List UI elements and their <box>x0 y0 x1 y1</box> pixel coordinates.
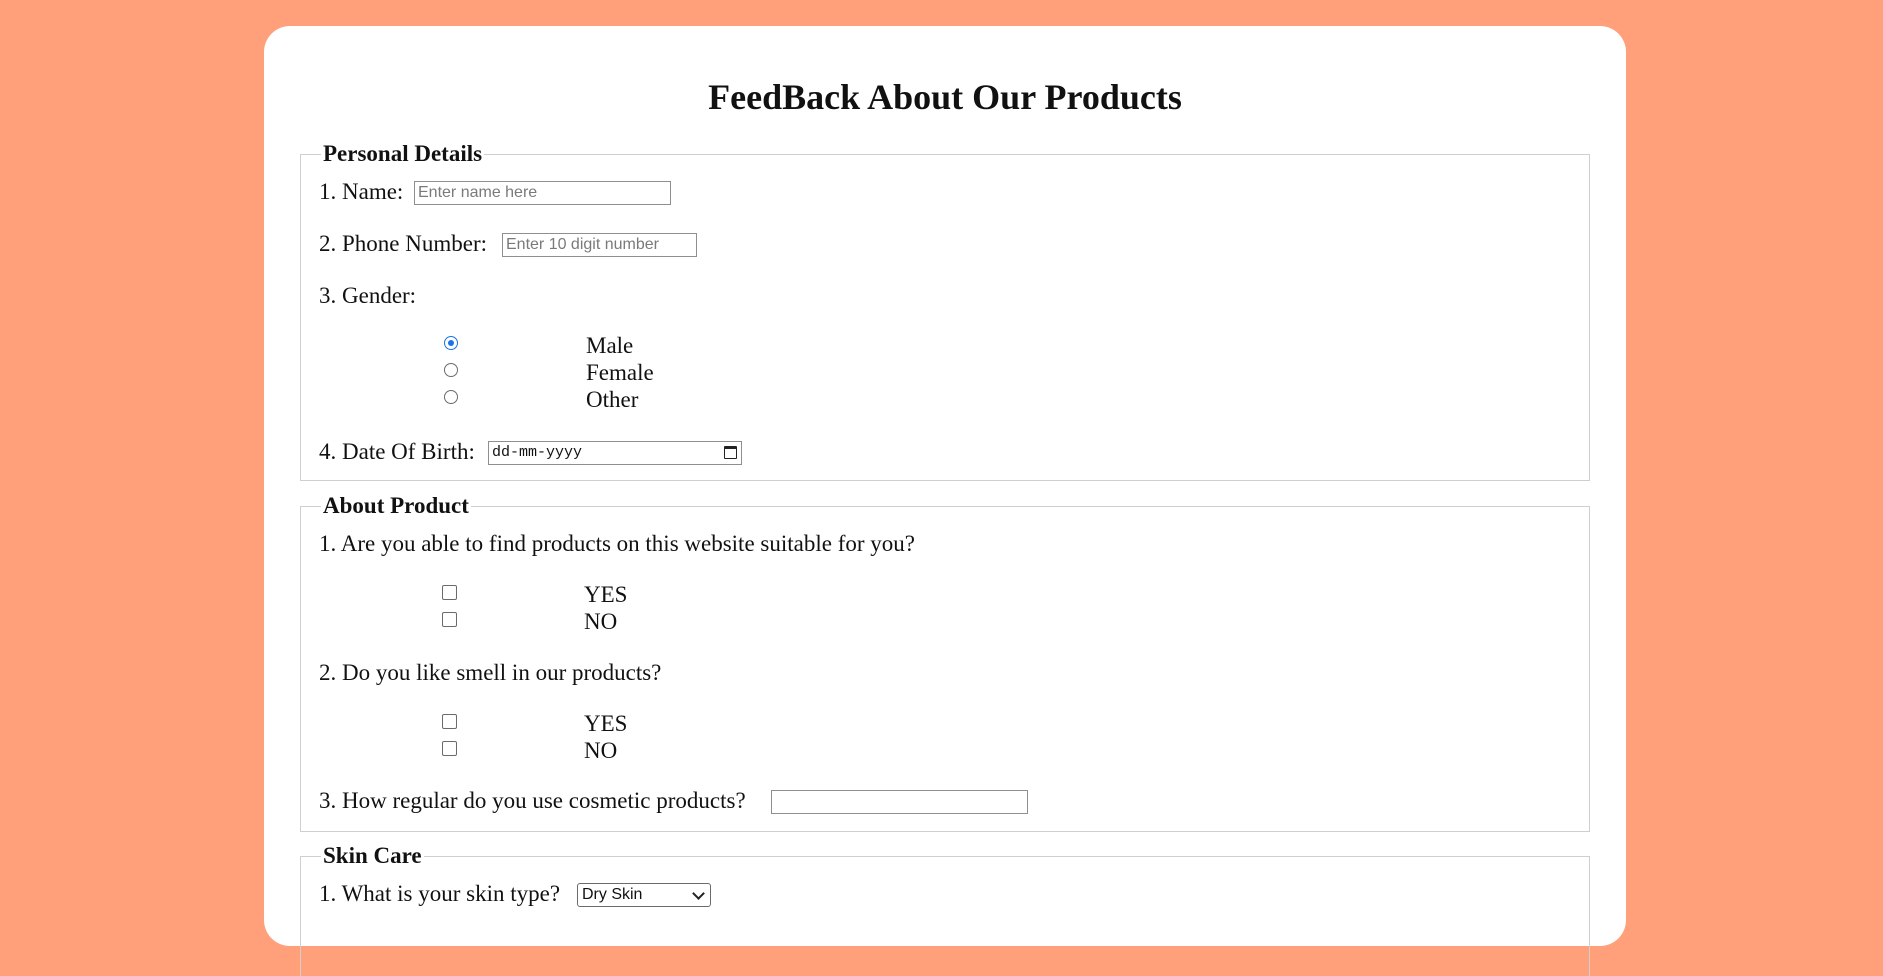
skin-type-label: 1. What is your skin type? <box>319 881 561 906</box>
calendar-icon[interactable] <box>724 446 737 459</box>
q1-label-yes: YES <box>584 582 628 607</box>
q1-checkbox-yes[interactable] <box>442 585 457 600</box>
skin-type-selected: Dry Skin <box>582 886 643 903</box>
about-product-fieldset: About Product 1. Are you able to find pr… <box>300 493 1590 832</box>
q2-label-no: NO <box>584 738 618 763</box>
q1-checkbox-no[interactable] <box>442 612 457 627</box>
dob-placeholder: dd-mm-yyyy <box>492 444 583 461</box>
q2-label-yes: YES <box>584 711 628 736</box>
form-card: FeedBack About Our Products Personal Det… <box>264 26 1626 976</box>
gender-radio-female[interactable] <box>444 363 458 377</box>
gender-label-female: Female <box>586 360 654 385</box>
gender-label-male: Male <box>586 333 634 358</box>
product-question-3: 3. How regular do you use cosmetic produ… <box>319 788 746 813</box>
q1-label-no: NO <box>584 609 618 634</box>
dob-label: 4. Date Of Birth: <box>319 439 475 464</box>
name-label: 1. Name: <box>319 179 404 204</box>
personal-details-legend: Personal Details <box>321 141 485 167</box>
skin-care-fieldset: Skin Care 1. What is your skin type? Dry… <box>300 843 1590 976</box>
name-input[interactable] <box>414 181 671 205</box>
about-product-legend: About Product <box>321 493 471 519</box>
gender-label: 3. Gender: <box>319 283 417 308</box>
page-title: FeedBack About Our Products <box>708 77 1182 117</box>
dob-input[interactable]: dd-mm-yyyy <box>488 441 742 465</box>
personal-details-fieldset: Personal Details 1. Name: 2. Phone Numbe… <box>300 141 1590 481</box>
gender-label-other: Other <box>586 387 639 412</box>
skin-care-legend: Skin Care <box>321 843 424 869</box>
cosmetic-usage-input[interactable] <box>771 790 1028 814</box>
gender-radio-other[interactable] <box>444 390 458 404</box>
product-question-2: 2. Do you like smell in our products? <box>319 660 662 685</box>
phone-input[interactable] <box>502 233 697 257</box>
q2-checkbox-yes[interactable] <box>442 714 457 729</box>
chevron-down-icon <box>692 887 705 900</box>
q2-checkbox-no[interactable] <box>442 741 457 756</box>
skin-type-select[interactable]: Dry Skin <box>577 883 711 907</box>
product-question-1: 1. Are you able to find products on this… <box>319 531 915 556</box>
phone-label: 2. Phone Number: <box>319 231 488 256</box>
gender-radio-male[interactable] <box>444 336 458 350</box>
